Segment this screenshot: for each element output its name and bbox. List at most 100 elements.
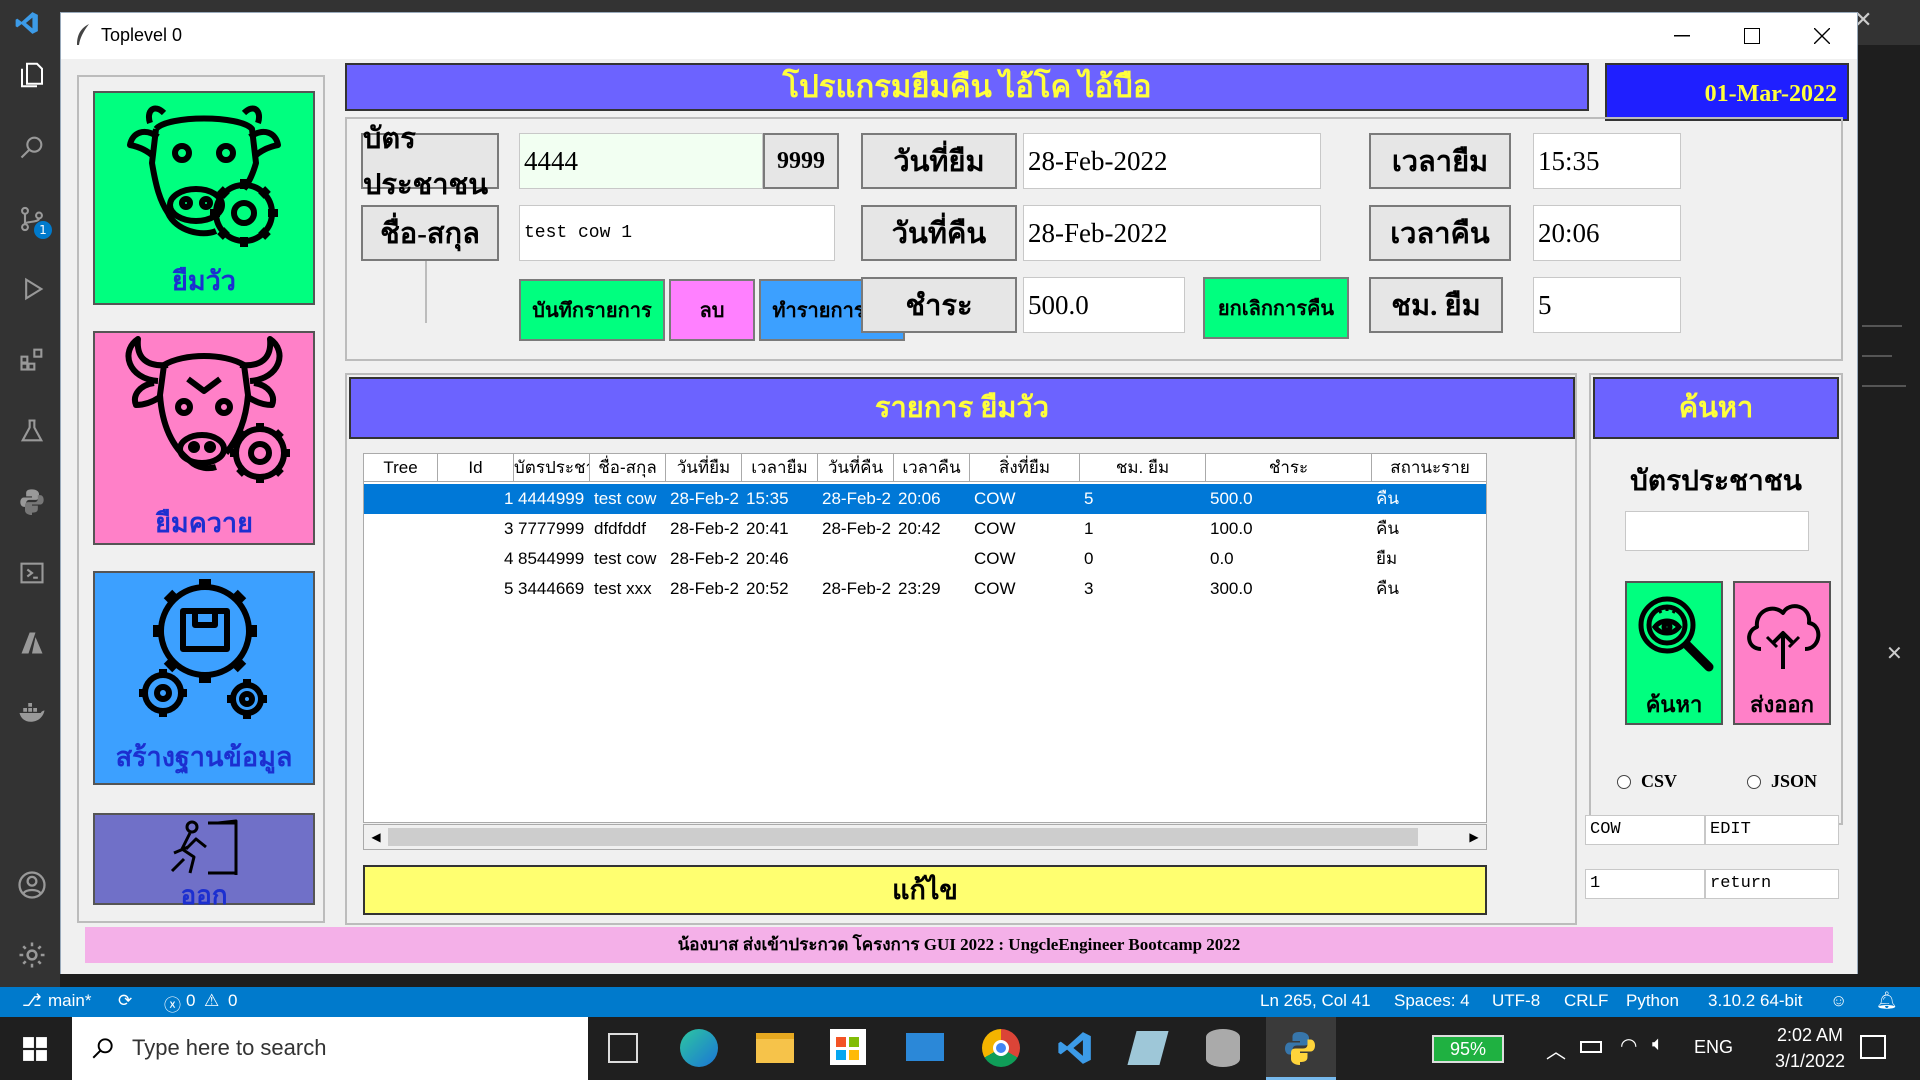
mail-icon[interactable] xyxy=(906,1033,944,1061)
store-icon[interactable] xyxy=(830,1029,866,1065)
return-time-field[interactable]: 20:06 xyxy=(1533,205,1681,261)
hours-field[interactable]: 5 xyxy=(1533,277,1681,333)
warning-count[interactable]: 0 xyxy=(228,991,237,1011)
minimize-icon[interactable] xyxy=(1647,13,1717,59)
idle-icon[interactable] xyxy=(1127,1031,1169,1065)
id-card-field[interactable]: 4444 xyxy=(519,133,763,189)
extensions-icon[interactable] xyxy=(14,341,50,377)
column-header[interactable]: สิ่งที่ยืม xyxy=(970,454,1080,482)
column-header[interactable]: บัตรประชา xyxy=(514,454,590,482)
export-button[interactable]: ส่งออก xyxy=(1733,581,1831,725)
branch-icon[interactable]: ⎇ xyxy=(22,991,42,1011)
search-button[interactable]: ค้นหา xyxy=(1625,581,1723,725)
panel-close-icon[interactable]: ✕ xyxy=(1886,641,1903,665)
column-header[interactable]: Tree xyxy=(364,454,438,482)
table-row[interactable]: 1 4444999 test cow 28-Feb-2 15:35 28-Feb-2 20:… xyxy=(364,484,1486,514)
csv-radio[interactable] xyxy=(1617,775,1631,789)
clock-date[interactable]: 3/1/2022 xyxy=(1760,1051,1860,1072)
run-debug-icon[interactable] xyxy=(14,271,50,307)
database-icon[interactable] xyxy=(1206,1029,1240,1067)
pay-field[interactable]: 500.0 xyxy=(1023,277,1185,333)
source-control-icon[interactable]: 1 xyxy=(14,201,52,239)
horizontal-scrollbar[interactable]: ◀ ▶ xyxy=(363,824,1487,850)
name-field[interactable]: test cow 1 xyxy=(519,205,835,261)
edge-icon[interactable] xyxy=(680,1029,718,1067)
create-database-button[interactable]: สร้างฐานข้อมูล xyxy=(93,571,315,785)
wifi-icon[interactable]: ◠ xyxy=(1620,1033,1637,1058)
feedback-icon[interactable]: ☺ xyxy=(1830,991,1847,1011)
column-header[interactable]: ชื่อ-สกุล xyxy=(590,454,666,482)
close-icon[interactable] xyxy=(1787,13,1857,59)
status-field[interactable]: return xyxy=(1705,869,1839,899)
item-type-field[interactable]: COW xyxy=(1585,815,1705,845)
clock-time[interactable]: 2:02 AM xyxy=(1760,1025,1860,1046)
borrow-cow-button[interactable]: ยืมวัว xyxy=(93,91,315,305)
column-header[interactable]: วันที่คืน xyxy=(818,454,894,482)
selected-id-field[interactable]: 1 xyxy=(1585,869,1705,899)
cursor-position[interactable]: Ln 265, Col 41 xyxy=(1260,991,1371,1011)
column-header[interactable]: ชม. ยืม xyxy=(1080,454,1206,482)
windows-start-icon[interactable] xyxy=(22,1036,48,1067)
table-row[interactable]: 3 7777999 dfdfddf 28-Feb-2 20:41 28-Feb-2 20:4… xyxy=(364,514,1486,544)
borrow-time-field[interactable]: 15:35 xyxy=(1533,133,1681,189)
vscode-taskbar-icon[interactable] xyxy=(1056,1029,1094,1072)
records-table[interactable]: Tree Id บัตรประชา ชื่อ-สกุล วันที่ยืม เว… xyxy=(363,453,1487,823)
notifications-icon[interactable] xyxy=(1860,1035,1886,1059)
volume-icon[interactable]: 🔈︎ xyxy=(1652,1033,1664,1056)
return-date-field[interactable]: 28-Feb-2022 xyxy=(1023,205,1321,261)
battery-tray-icon[interactable] xyxy=(1580,1041,1602,1053)
cancel-return-button[interactable]: ยกเลิกการคืน xyxy=(1203,277,1349,339)
column-header[interactable]: Id xyxy=(438,454,514,482)
search-icon[interactable] xyxy=(14,129,50,165)
column-header[interactable]: ชำระ xyxy=(1206,454,1372,482)
errors-icon[interactable]: ⓧ xyxy=(164,991,181,1016)
docker-icon[interactable] xyxy=(14,695,50,731)
chrome-icon[interactable] xyxy=(982,1029,1020,1067)
delete-button[interactable]: ลบ xyxy=(669,279,755,341)
encoding[interactable]: UTF-8 xyxy=(1492,991,1540,1011)
scroll-left-icon[interactable]: ◀ xyxy=(366,827,386,847)
line-ending[interactable]: CRLF xyxy=(1564,991,1608,1011)
settings-gear-icon[interactable] xyxy=(14,937,50,973)
scroll-thumb[interactable] xyxy=(388,828,1418,846)
borrow-buffalo-button[interactable]: ยืมควาย xyxy=(93,331,315,545)
maximize-icon[interactable] xyxy=(1717,13,1787,59)
notifications-bell-icon[interactable]: 🔔︎ xyxy=(1876,991,1898,1011)
exit-button[interactable]: ออก xyxy=(93,813,315,910)
scroll-right-icon[interactable]: ▶ xyxy=(1464,827,1484,847)
sync-icon[interactable]: ⟳ xyxy=(118,991,132,1011)
taskbar: Type here to search 95% ︿ ◠ 🔈︎ ENG 2:02 … xyxy=(0,1017,1920,1080)
borrow-date-field[interactable]: 28-Feb-2022 xyxy=(1023,133,1321,189)
file-explorer-icon[interactable] xyxy=(756,1033,794,1063)
language-mode[interactable]: Python xyxy=(1626,991,1679,1011)
table-row[interactable]: 4 8544999 test cow 28-Feb-2 20:46 COW 0 0.0 ยืม xyxy=(364,544,1486,574)
testing-icon[interactable] xyxy=(14,413,50,449)
column-header[interactable]: สถานะราย xyxy=(1372,454,1486,482)
indentation[interactable]: Spaces: 4 xyxy=(1394,991,1470,1011)
edit-button[interactable]: แก้ไข xyxy=(363,865,1487,915)
search-id-input[interactable] xyxy=(1625,511,1809,551)
explorer-icon[interactable] xyxy=(14,57,50,93)
save-button[interactable]: บันทึกรายการ xyxy=(519,279,665,341)
error-count[interactable]: 0 xyxy=(186,991,195,1011)
column-header[interactable]: วันที่ยืม xyxy=(666,454,742,482)
task-view-icon[interactable] xyxy=(608,1033,638,1063)
table-row[interactable]: 5 3444669 test xxx 28-Feb-2 20:52 28-Feb-2 23:… xyxy=(364,574,1486,604)
branch-name[interactable]: main* xyxy=(48,991,91,1011)
mode-field[interactable]: EDIT xyxy=(1705,815,1839,845)
warning-icon[interactable]: ⚠ xyxy=(204,991,219,1011)
language-indicator[interactable]: ENG xyxy=(1694,1037,1733,1058)
python-icon[interactable] xyxy=(14,483,50,519)
remote-explorer-icon[interactable] xyxy=(14,555,50,591)
table-cell-rtime: 20:06 xyxy=(898,489,941,508)
tray-chevron-icon[interactable]: ︿ xyxy=(1546,1035,1566,1064)
python-interpreter[interactable]: 3.10.2 64-bit xyxy=(1708,991,1803,1011)
column-header[interactable]: เวลายืม xyxy=(742,454,818,482)
python-taskbar-icon[interactable] xyxy=(1266,1017,1336,1080)
account-icon[interactable] xyxy=(14,867,50,903)
json-radio[interactable] xyxy=(1747,775,1761,789)
taskbar-search-box[interactable]: Type here to search xyxy=(72,1017,588,1080)
azure-icon[interactable] xyxy=(14,625,50,661)
pay-label: ชำระ xyxy=(861,277,1017,333)
column-header[interactable]: เวลาคืน xyxy=(894,454,970,482)
